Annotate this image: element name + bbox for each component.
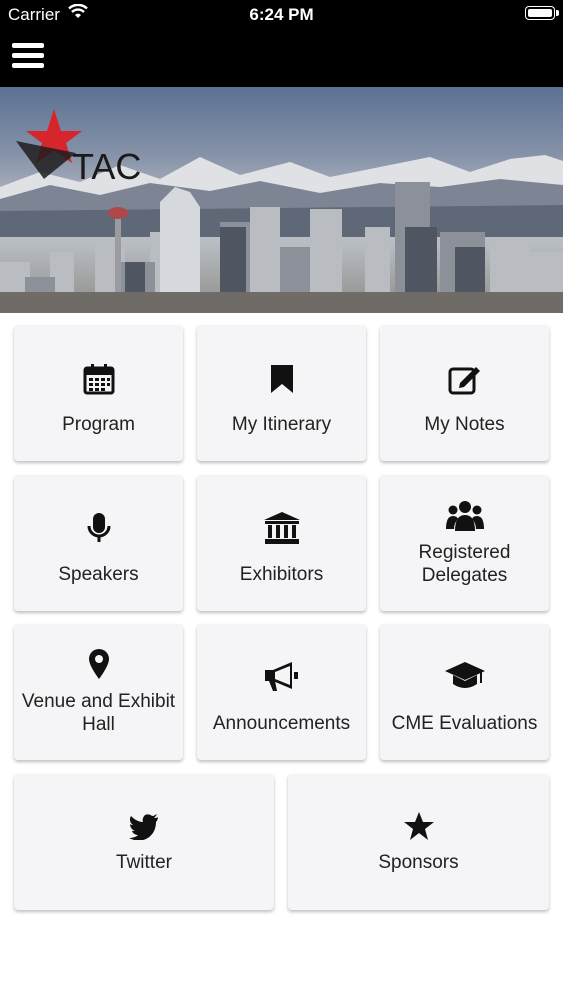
tile-my-itinerary[interactable]: My Itinerary <box>197 325 366 461</box>
users-icon <box>380 499 549 533</box>
megaphone-icon <box>197 660 366 692</box>
tile-label: Speakers <box>58 564 139 585</box>
tile-label: Exhibitors <box>239 564 324 585</box>
nav-bar <box>0 30 563 87</box>
tile-label: My Notes <box>424 414 505 435</box>
tile-label: Program <box>62 414 135 435</box>
battery-icon <box>525 6 559 20</box>
building-columns-icon <box>197 511 366 545</box>
tile-twitter[interactable]: Twitter <box>14 774 274 910</box>
tile-label: Announcements <box>212 713 351 734</box>
map-pin-icon <box>14 648 183 680</box>
svg-text:TAC: TAC <box>72 146 141 187</box>
tile-registered-delegates[interactable]: Registered Delegates <box>380 475 549 611</box>
tile-label: Sponsors <box>378 852 459 873</box>
tile-cme-evaluations[interactable]: CME Evaluations <box>380 624 549 760</box>
tile-venue-and-exhibit-hall[interactable]: Venue and Exhibit Hall <box>14 624 183 760</box>
twitter-icon <box>14 814 274 840</box>
tile-label: Twitter <box>116 852 172 873</box>
hamburger-menu-icon[interactable] <box>12 43 44 73</box>
tac-logo: TAC <box>14 101 154 191</box>
microphone-icon <box>14 511 183 545</box>
tile-label: CME Evaluations <box>391 713 538 734</box>
calendar-icon <box>14 363 183 395</box>
edit-note-icon <box>380 363 549 395</box>
banner-image: TAC <box>0 87 563 313</box>
tile-my-notes[interactable]: My Notes <box>380 325 549 461</box>
tile-speakers[interactable]: Speakers <box>14 475 183 611</box>
tile-label: My Itinerary <box>231 414 332 435</box>
tile-announcements[interactable]: Announcements <box>197 624 366 760</box>
star-icon <box>288 811 549 841</box>
tile-label: Venue and Exhibit Hall <box>21 691 176 735</box>
tile-label: Registered Delegates <box>418 542 511 586</box>
status-time: 6:24 PM <box>249 5 314 24</box>
tile-exhibitors[interactable]: Exhibitors <box>197 475 366 611</box>
tile-program[interactable]: Program <box>14 325 183 461</box>
graduation-cap-icon <box>380 660 549 692</box>
tile-sponsors[interactable]: Sponsors <box>288 774 549 910</box>
status-bar: Carrier 6:24 PM <box>0 0 563 30</box>
bookmark-icon <box>197 363 366 395</box>
